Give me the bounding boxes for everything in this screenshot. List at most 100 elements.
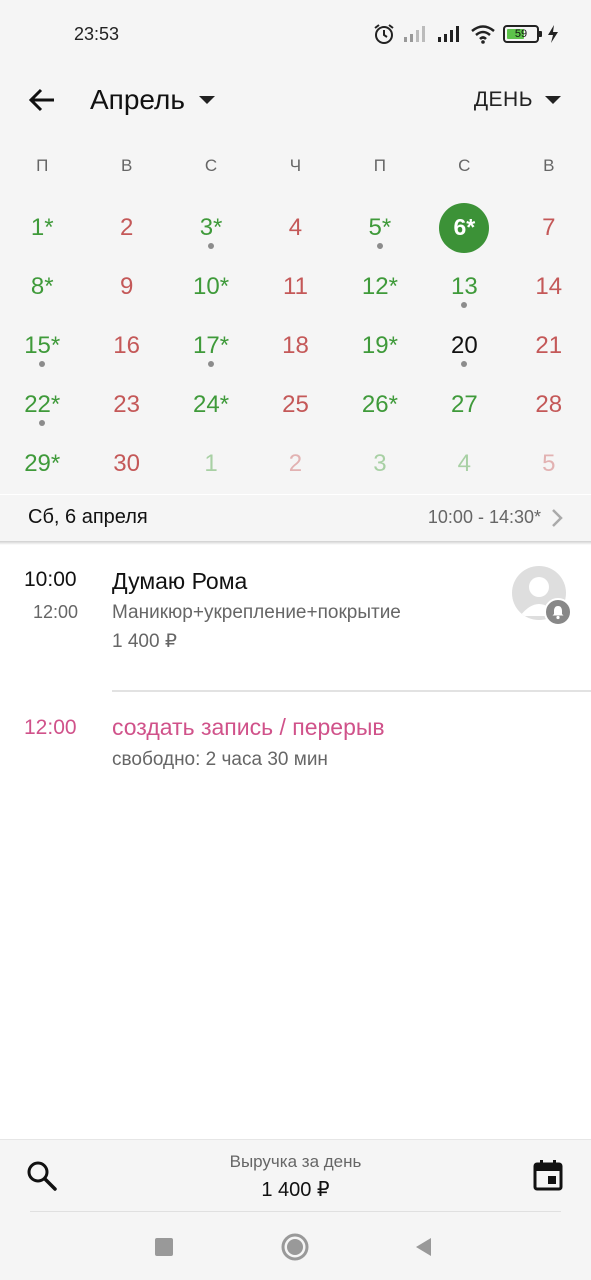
- calendar-day[interactable]: 8*: [0, 257, 84, 316]
- system-nav-bar: [0, 1211, 591, 1280]
- calendar-day-number: 6*: [453, 214, 476, 240]
- charging-icon: [548, 25, 558, 43]
- calendar-day-number: 14: [535, 272, 563, 300]
- view-mode-label: ДЕНЬ: [473, 88, 533, 111]
- calendar-day[interactable]: 9: [84, 257, 168, 316]
- calendar-day-number: 27: [450, 390, 478, 418]
- calendar-day-number: 12*: [361, 272, 398, 300]
- bell-glyph: [552, 606, 564, 620]
- selected-day-bar[interactable]: Сб, 6 апреля 10:00 - 14:30*: [0, 495, 591, 541]
- back-nav-button[interactable]: [406, 1229, 442, 1265]
- calendar-day[interactable]: 4: [422, 434, 506, 493]
- home-circle-icon: [281, 1233, 309, 1261]
- calendar-day[interactable]: 23: [84, 375, 168, 434]
- appointment-divider: [112, 690, 591, 692]
- view-mode-selector[interactable]: ДЕНЬ: [474, 82, 561, 118]
- calendar-day-number: 4: [457, 449, 471, 477]
- calendar-day[interactable]: 4: [253, 198, 337, 257]
- calendar-day[interactable]: 29*: [0, 434, 84, 493]
- calendar-day[interactable]: 16: [84, 316, 168, 375]
- booking-dot: [376, 243, 383, 249]
- weekday-label: Ч: [289, 156, 302, 175]
- status-time: 23:53: [74, 24, 120, 44]
- app-header: Апрель ДЕНЬ: [0, 68, 591, 138]
- chevron-down-icon: [545, 96, 561, 104]
- chevron-right-icon: [552, 509, 563, 527]
- calendar-day[interactable]: 19*: [338, 316, 422, 375]
- calendar-day-number: 2: [288, 449, 303, 477]
- calendar-day-number: 19*: [361, 331, 398, 359]
- free-slot[interactable]: 12:00 создать запись / перерыв свободно:…: [0, 700, 591, 790]
- booking-dot: [461, 302, 468, 308]
- bell-icon: [544, 598, 572, 626]
- weekday-label: В: [543, 156, 555, 175]
- calendar-day[interactable]: 21: [507, 316, 591, 375]
- calendar-today-icon: [533, 1160, 563, 1191]
- calendar-day-number: 20: [450, 331, 478, 359]
- booking-dot: [461, 361, 468, 367]
- calendar-day[interactable]: 3: [338, 434, 422, 493]
- calendar-day-number: 8*: [30, 272, 54, 300]
- calendar-day[interactable]: 1: [169, 434, 253, 493]
- calendar-day[interactable]: 18: [253, 316, 337, 375]
- appointment-card[interactable]: 10:00 12:00 Думаю Рома Маникюр+укреплени…: [0, 550, 591, 690]
- calendar-day[interactable]: 15*: [0, 316, 84, 375]
- calendar-day[interactable]: 28: [507, 375, 591, 434]
- calendar-day-number: 3*: [199, 213, 223, 241]
- calendar-day[interactable]: 1*: [0, 198, 84, 257]
- calendar-day-number: 29*: [24, 449, 61, 477]
- calendar-day[interactable]: 14: [507, 257, 591, 316]
- appointment-start-time: 10:00: [24, 568, 77, 591]
- calendar-day-number: 11: [283, 272, 308, 300]
- calendar-day[interactable]: 5*: [338, 198, 422, 257]
- calendar-day-selected[interactable]: 6*: [422, 198, 506, 257]
- recents-square-icon: [155, 1238, 173, 1256]
- month-selector[interactable]: Апрель: [90, 80, 215, 120]
- battery-level: 59: [514, 28, 528, 40]
- booking-dot: [208, 361, 215, 367]
- month-calendar: П В С Ч П С В 1* 2 3* 4 5* 6* 7 8* 9 10* 11 12* 13 14…: [0, 138, 591, 541]
- calendar-day[interactable]: 7: [507, 198, 591, 257]
- calendar-day[interactable]: 17*: [169, 316, 253, 375]
- calendar-day-number: 9: [119, 272, 134, 300]
- calendar-day[interactable]: 13: [422, 257, 506, 316]
- calendar-day-number: 30: [113, 449, 140, 477]
- calendar-day-number: 25: [282, 390, 309, 418]
- home-button[interactable]: [277, 1229, 313, 1265]
- weekday-header-row: П В С Ч П С В: [0, 138, 591, 194]
- weekday-label: С: [204, 156, 218, 175]
- back-triangle-icon: [416, 1238, 431, 1256]
- chevron-down-icon: [198, 96, 215, 104]
- battery-icon: 59: [503, 25, 542, 43]
- revenue-value: 1 400 ₽: [261, 1179, 330, 1201]
- wifi-icon: [471, 25, 495, 44]
- calendar-day-number: 2: [119, 213, 134, 241]
- recents-button[interactable]: [146, 1229, 182, 1265]
- calendar-day-number: 22*: [24, 390, 61, 418]
- calendar-day[interactable]: 25: [253, 375, 337, 434]
- calendar-day[interactable]: 22*: [0, 375, 84, 434]
- nav-separator: [30, 1211, 561, 1212]
- calendar-day-number: 7: [542, 213, 556, 241]
- calendar-day[interactable]: 30: [84, 434, 168, 493]
- calendar-day-number: 16: [113, 331, 140, 359]
- calendar-day[interactable]: 5: [507, 434, 591, 493]
- battery-tip: [539, 31, 542, 37]
- calendar-day[interactable]: 26*: [338, 375, 422, 434]
- calendar-day[interactable]: 27: [422, 375, 506, 434]
- calendar-day[interactable]: 2: [253, 434, 337, 493]
- calendar-day[interactable]: 2: [84, 198, 168, 257]
- calendar-day-number: 13: [450, 272, 478, 300]
- calendar-day-number: 1: [204, 449, 218, 477]
- calendar-day[interactable]: 12*: [338, 257, 422, 316]
- calendar-day[interactable]: 20: [422, 316, 506, 375]
- calendar-day[interactable]: 11: [253, 257, 337, 316]
- calendar-day[interactable]: 10*: [169, 257, 253, 316]
- back-button[interactable]: [22, 80, 62, 120]
- calendar-day[interactable]: 3*: [169, 198, 253, 257]
- calendar-grid: 1* 2 3* 4 5* 6* 7 8* 9 10* 11 12* 13 14 15* 16 17* 18 19* 2…: [0, 198, 591, 493]
- calendar-day-number: 28: [535, 390, 563, 418]
- calendar-today-button[interactable]: [531, 1158, 565, 1192]
- calendar-day[interactable]: 24*: [169, 375, 253, 434]
- create-booking-link[interactable]: создать запись / перерыв: [112, 714, 385, 741]
